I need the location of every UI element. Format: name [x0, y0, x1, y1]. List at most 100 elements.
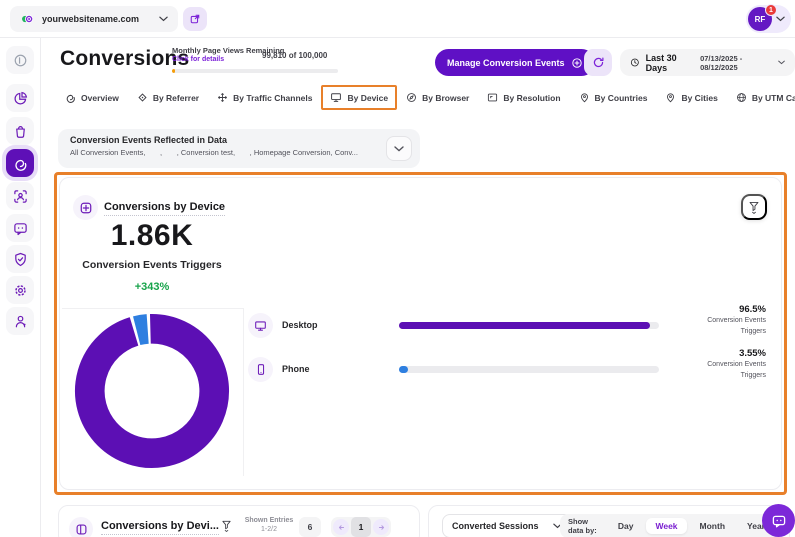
- panel-toggle-icon: [13, 53, 28, 68]
- sidebar-item-privacy[interactable]: [6, 245, 34, 273]
- phone-percentage: 3.55%: [656, 348, 766, 359]
- tab-by-device[interactable]: By Device: [321, 85, 397, 110]
- granularity-month[interactable]: Month: [691, 518, 735, 534]
- shown-entries-label: Shown Entries: [244, 517, 294, 524]
- page-views-progressbar: [172, 69, 338, 73]
- grid-plus-icon: [79, 201, 93, 215]
- banner-subtitle: All Conversion Events, , , Conversion te…: [70, 148, 408, 157]
- sidebar-item-events[interactable]: [6, 117, 34, 145]
- user-location-icon: [13, 314, 28, 329]
- sidebar-item-profile[interactable]: [6, 307, 34, 335]
- page-title: Conversions: [60, 47, 189, 71]
- refresh-button[interactable]: [584, 49, 612, 76]
- chevron-down-icon: [778, 60, 785, 65]
- desktop-progressbar: [399, 322, 659, 329]
- sidebar-item-conversions[interactable]: [6, 149, 34, 177]
- change-percentage: +343%: [60, 281, 244, 293]
- shield-check-icon: [13, 252, 28, 267]
- tab-by-referrer[interactable]: By Referrer: [128, 87, 208, 108]
- pin-icon: [665, 92, 676, 103]
- device-label: Phone: [282, 364, 310, 374]
- open-site-button[interactable]: [183, 7, 207, 31]
- manage-conversion-events-button[interactable]: Manage Conversion Events: [435, 49, 595, 76]
- date-range-label: Last 30 Days: [646, 53, 694, 73]
- funnel-icon: [748, 201, 760, 214]
- date-range-selector[interactable]: Last 30 Days 07/13/2025 - 08/12/2025: [620, 49, 795, 76]
- bag-icon: [13, 124, 28, 139]
- table-card-icon-wrap: [69, 517, 93, 537]
- sidebar-item-visitors[interactable]: [6, 182, 34, 210]
- tab-label: By Traffic Channels: [233, 93, 312, 103]
- desktop-percentage: 96.5%: [656, 304, 766, 315]
- tab-overview[interactable]: Overview: [56, 87, 128, 108]
- chat-widget-button[interactable]: [762, 504, 795, 537]
- report-tabs: Overview By Referrer By Traffic Channels…: [56, 84, 790, 111]
- previous-page-button[interactable]: [333, 519, 349, 535]
- sidebar-item-analytics[interactable]: [6, 84, 34, 112]
- sidebar-item-feedback[interactable]: [6, 214, 34, 242]
- current-page[interactable]: 1: [351, 517, 371, 537]
- site-selector[interactable]: yourwebsitename.com: [10, 6, 178, 32]
- shown-entries: Shown Entries 1-2/2: [244, 517, 294, 533]
- show-data-by-label: Show data by:: [568, 517, 603, 535]
- move-arrows-icon: [217, 92, 228, 103]
- tab-label: By Device: [347, 93, 388, 103]
- sidebar-item-settings[interactable]: [6, 276, 34, 304]
- tab-by-traffic-channels[interactable]: By Traffic Channels: [208, 87, 321, 108]
- shown-entries-value: 1-2/2: [244, 526, 294, 533]
- account-menu[interactable]: RF 1: [746, 5, 791, 33]
- next-page-button[interactable]: [373, 519, 389, 535]
- granularity-week[interactable]: Week: [646, 518, 686, 534]
- plus-circle-icon: [571, 57, 583, 69]
- site-logo-icon: [20, 12, 35, 26]
- phone-icon: [255, 363, 267, 376]
- conversions-spiral-icon: [13, 156, 28, 171]
- sidebar-item-collapse[interactable]: [6, 46, 34, 74]
- compass-icon: [406, 92, 417, 103]
- conversions-table-card: Conversions by Devi... Shown Entries 1-2…: [58, 505, 420, 537]
- banner-expand-button[interactable]: [386, 136, 412, 161]
- desktop-icon-wrap: [248, 313, 273, 338]
- phone-sublabel: Conversion Events Triggers: [684, 360, 766, 381]
- converted-sessions-dropdown[interactable]: Converted Sessions: [442, 514, 572, 537]
- tab-label: By Cities: [681, 93, 717, 103]
- page-views-details-link[interactable]: Click for details: [172, 56, 224, 63]
- tab-by-browser[interactable]: By Browser: [397, 87, 478, 108]
- table-filter-button[interactable]: [221, 520, 232, 532]
- total-label: Conversion Events Triggers: [60, 259, 244, 271]
- chat-bubble-icon: [771, 513, 787, 529]
- notification-badge: 1: [765, 4, 777, 16]
- dropdown-value: Converted Sessions: [452, 521, 539, 531]
- chevron-down-icon: [159, 16, 168, 22]
- diamond-icon: [137, 92, 148, 103]
- tab-by-cities[interactable]: By Cities: [656, 87, 726, 108]
- tab-by-utm-campaign[interactable]: By UTM Campaign: [727, 87, 795, 108]
- filter-button[interactable]: [741, 194, 767, 220]
- desktop-sublabel: Conversion Events Triggers: [684, 316, 766, 337]
- tab-label: By Browser: [422, 93, 469, 103]
- sidebar-nav: [0, 38, 41, 537]
- phone-progress-fill: [399, 366, 408, 373]
- divider: [243, 308, 244, 476]
- external-link-icon: [189, 13, 201, 25]
- frame-icon: [487, 92, 498, 103]
- spiral-icon: [65, 92, 76, 103]
- tab-label: Overview: [81, 93, 119, 103]
- phone-icon-wrap: [248, 357, 273, 382]
- granularity-day[interactable]: Day: [609, 518, 643, 534]
- table-columns-icon: [75, 523, 88, 536]
- page-views-value: 99,810 of 100,000: [262, 51, 327, 60]
- refresh-icon: [592, 56, 605, 69]
- monitor-icon: [330, 92, 342, 103]
- pagination: 1: [331, 517, 391, 537]
- tab-by-resolution[interactable]: By Resolution: [478, 87, 569, 108]
- donut-svg: [73, 312, 231, 470]
- pie-chart-icon: [13, 91, 28, 106]
- settings-gear-icon: [13, 283, 28, 298]
- tab-by-countries[interactable]: By Countries: [570, 87, 657, 108]
- avatar: RF 1: [748, 7, 772, 31]
- funnel-icon: [221, 520, 232, 532]
- pin-icon: [579, 92, 590, 103]
- arrow-left-icon: [338, 524, 345, 531]
- page-size-selector[interactable]: 6: [299, 517, 321, 537]
